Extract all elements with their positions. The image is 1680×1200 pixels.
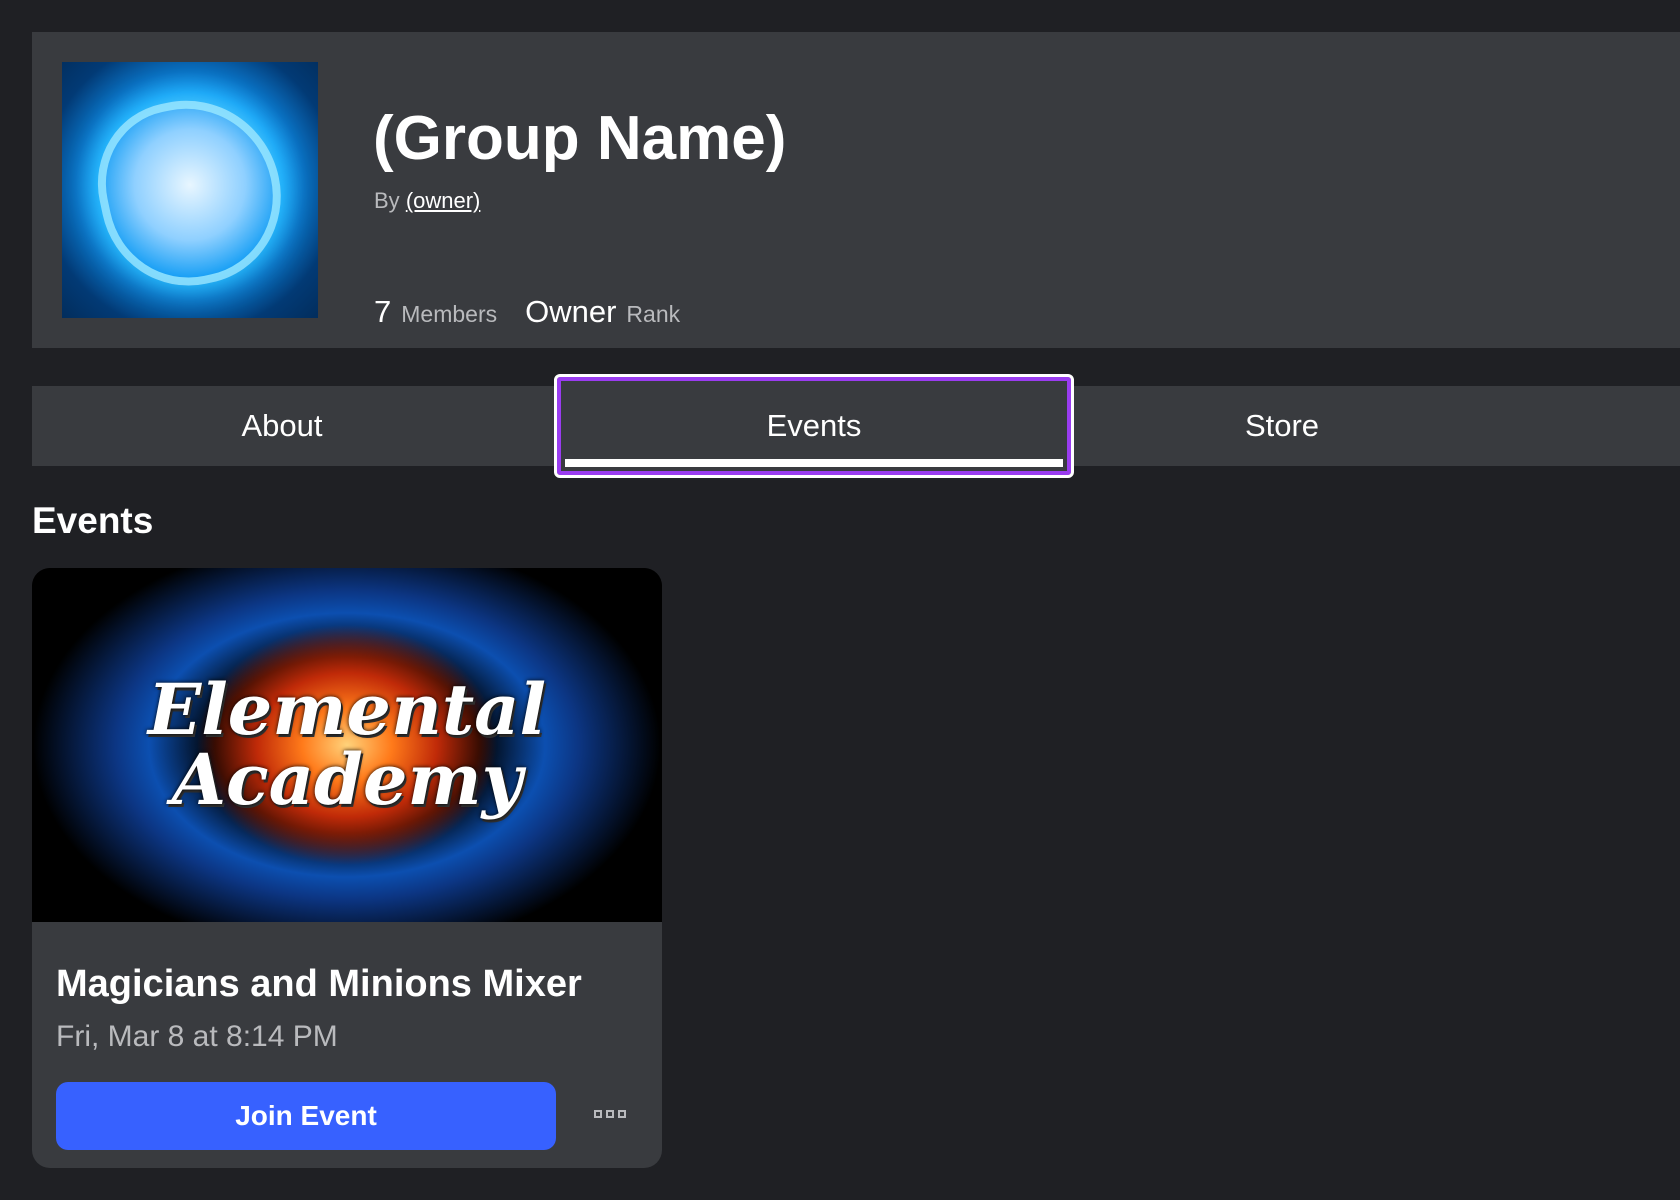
event-banner-image: Elemental Academy — [32, 568, 662, 922]
event-date: Fri, Mar 8 at 8:14 PM — [56, 1020, 338, 1053]
tab-store[interactable]: Store — [1032, 386, 1532, 466]
group-icon-image — [62, 62, 318, 318]
tab-about[interactable]: About — [32, 386, 532, 466]
rank-value: Owner — [525, 294, 617, 329]
more-options-icon[interactable] — [590, 1106, 630, 1122]
owner-link[interactable]: (owner) — [406, 188, 481, 213]
members-count: 7 — [374, 294, 392, 329]
event-title: Magicians and Minions Mixer — [56, 963, 582, 1005]
members-label: Members — [401, 301, 498, 327]
rank-label: Rank — [626, 301, 681, 327]
tab-events[interactable]: Events — [554, 374, 1074, 478]
section-title: Events — [32, 500, 154, 541]
group-name: (Group Name) — [373, 104, 787, 173]
group-header: (Group Name) By (owner) 7 Members Owner … — [32, 32, 1680, 348]
portal-ring-graphic — [82, 83, 298, 302]
join-event-button[interactable]: Join Event — [56, 1082, 556, 1150]
banner-logo: Elemental Academy — [147, 668, 547, 821]
tab-events-label: Events — [766, 408, 862, 443]
group-owner-line: By (owner) — [374, 188, 480, 214]
active-tab-indicator — [565, 459, 1063, 467]
group-stats: 7 Members Owner Rank — [374, 294, 698, 330]
group-tabs: About Events Store — [32, 374, 1680, 478]
by-label: By — [374, 188, 400, 213]
event-card[interactable]: Elemental Academy Magicians and Minions M… — [32, 568, 662, 1168]
